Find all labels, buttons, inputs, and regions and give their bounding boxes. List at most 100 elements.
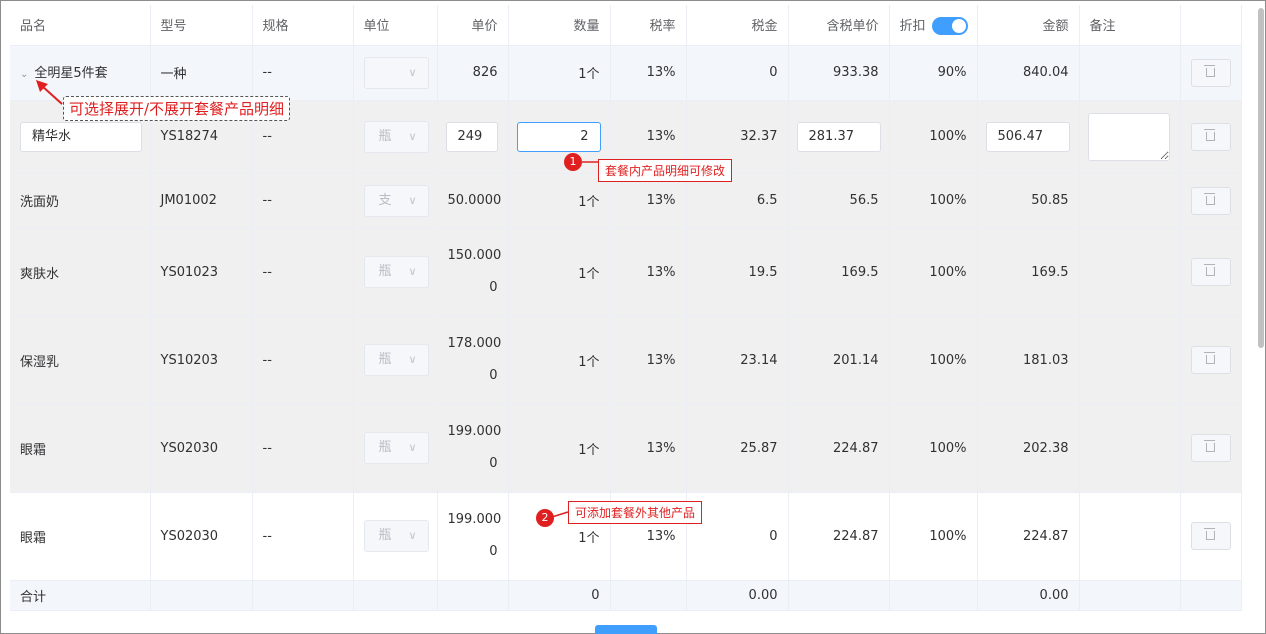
- price-part: 0: [489, 456, 498, 471]
- col-actions: [1180, 5, 1242, 46]
- vertical-scrollbar[interactable]: [1258, 8, 1264, 348]
- package-qty: 1个: [508, 45, 611, 101]
- unit-value: 支: [378, 192, 392, 208]
- total-row: 合计 0 0.00 0.00: [10, 580, 1242, 611]
- discount-toggle[interactable]: [931, 17, 968, 35]
- row-model: YS02030: [150, 492, 253, 581]
- col-model: 型号: [150, 5, 253, 46]
- row-model: YS02030: [150, 404, 253, 493]
- package-price: 826: [437, 45, 509, 101]
- row-amount: 50.85: [977, 173, 1080, 229]
- row-model: JM01002: [150, 173, 253, 229]
- row-spec: --: [252, 492, 354, 581]
- unit-select[interactable]: 支 ∨: [363, 184, 429, 217]
- total-tax: 0.00: [686, 580, 789, 611]
- trash-icon: [1204, 192, 1215, 205]
- row-amount: 181.03: [977, 316, 1080, 405]
- package-spec: --: [252, 45, 354, 101]
- package-model: 一种: [150, 45, 253, 101]
- price-part: 0: [489, 544, 498, 559]
- row-discount: 100%: [889, 404, 978, 493]
- annotation-note-1: 套餐内产品明细可修改: [598, 159, 733, 182]
- price-part: 199.000: [447, 512, 502, 527]
- unit-select[interactable]: 瓶 ∨: [363, 344, 429, 376]
- delete-button[interactable]: [1190, 434, 1231, 462]
- amount-input[interactable]: 506.47: [985, 121, 1070, 152]
- col-price: 单价: [437, 5, 509, 46]
- row-price-with-tax: 201.14: [788, 316, 890, 405]
- price-part: 0: [489, 368, 498, 383]
- row-name: 洗面奶: [10, 173, 151, 229]
- delete-button[interactable]: [1190, 122, 1231, 151]
- delete-button[interactable]: [1190, 258, 1231, 286]
- unit-select[interactable]: 瓶 ∨: [363, 256, 429, 288]
- chevron-down-icon: ∨: [408, 353, 417, 366]
- row-spec: --: [252, 404, 354, 493]
- package-discount: 90%: [889, 45, 978, 101]
- row-spec: --: [252, 228, 354, 317]
- name-input[interactable]: 精华水: [20, 121, 142, 152]
- remark-textarea[interactable]: [1087, 112, 1170, 161]
- chevron-down-icon: ∨: [408, 193, 417, 207]
- row-qty: 1个: [508, 404, 611, 493]
- row-name: 眼霜: [10, 492, 151, 581]
- chevron-down-icon: ∨: [408, 441, 417, 454]
- annotation-note-2: 可添加套餐外其他产品: [568, 501, 703, 524]
- trash-icon: [1204, 528, 1215, 540]
- row-qty: 1个: [508, 228, 611, 317]
- qty-input[interactable]: 2: [516, 121, 601, 152]
- delete-button[interactable]: [1190, 346, 1231, 374]
- row-tax: 23.14: [686, 316, 789, 405]
- row-tax-rate: 13%: [610, 228, 687, 317]
- row-model: YS10203: [150, 316, 253, 405]
- price-part: 150.000: [447, 248, 502, 263]
- total-qty: 0: [508, 580, 611, 611]
- row-tax-rate: 13%: [610, 404, 687, 493]
- price-with-tax-input[interactable]: 281.37: [796, 121, 881, 152]
- discount-header-label: 折扣: [899, 18, 926, 34]
- chevron-down-icon[interactable]: ⌄: [20, 69, 28, 80]
- table-row: 爽肤水 YS01023 -- 瓶 ∨ 150.000 0 1个 13% 19.5 1…: [10, 228, 1242, 317]
- row-discount: 100%: [889, 316, 978, 405]
- delete-button[interactable]: [1190, 522, 1231, 550]
- delete-button[interactable]: [1190, 58, 1231, 87]
- package-name: 全明星5件套: [34, 65, 108, 81]
- row-spec: --: [252, 173, 354, 229]
- row-name: 眼霜: [10, 404, 151, 493]
- price-part: 0: [489, 280, 498, 295]
- table-row: 保湿乳 YS10203 -- 瓶 ∨ 178.000 0 1个 13% 23.14 …: [10, 316, 1242, 405]
- unit-select[interactable]: 瓶 ∨: [363, 432, 429, 464]
- row-tax-rate: 13%: [610, 316, 687, 405]
- header-row: 品名 型号 规格 单位 单价 数量 税率 税金 含税单价 折扣 金额 备注: [10, 5, 1242, 46]
- row-spec: --: [252, 316, 354, 405]
- annotation-badge-1: 1: [564, 153, 582, 171]
- unit-select[interactable]: 瓶 ∨: [363, 120, 429, 153]
- package-amount: 840.04: [977, 45, 1080, 101]
- col-price-with-tax: 含税单价: [788, 5, 890, 46]
- package-unit-select[interactable]: ∨: [363, 56, 429, 89]
- trash-icon: [1204, 352, 1215, 364]
- confirm-button[interactable]: [595, 625, 657, 634]
- col-spec: 规格: [252, 5, 354, 46]
- total-label: 合计: [10, 580, 151, 611]
- row-discount: 100%: [889, 100, 978, 174]
- delete-button[interactable]: [1190, 186, 1231, 215]
- row-discount: 100%: [889, 228, 978, 317]
- row-price: 199.000 0: [437, 404, 509, 493]
- package-tax-rate: 13%: [610, 45, 687, 101]
- row-price-with-tax: 224.87: [788, 404, 890, 493]
- row-price: 50.0000: [437, 173, 509, 229]
- unit-select[interactable]: 瓶 ∨: [363, 520, 429, 552]
- unit-value: 瓶: [378, 264, 392, 279]
- trash-icon: [1204, 264, 1215, 276]
- col-name: 品名: [10, 5, 151, 46]
- row-tax: 25.87: [686, 404, 789, 493]
- trash-icon: [1204, 440, 1215, 452]
- package-tax: 0: [686, 45, 789, 101]
- row-price-with-tax: 56.5: [788, 173, 890, 229]
- total-amount: 0.00: [977, 580, 1080, 611]
- price-part: 199.000: [447, 424, 502, 439]
- row-amount: 224.87: [977, 492, 1080, 581]
- row-tax: 19.5: [686, 228, 789, 317]
- price-input[interactable]: 249: [445, 121, 498, 152]
